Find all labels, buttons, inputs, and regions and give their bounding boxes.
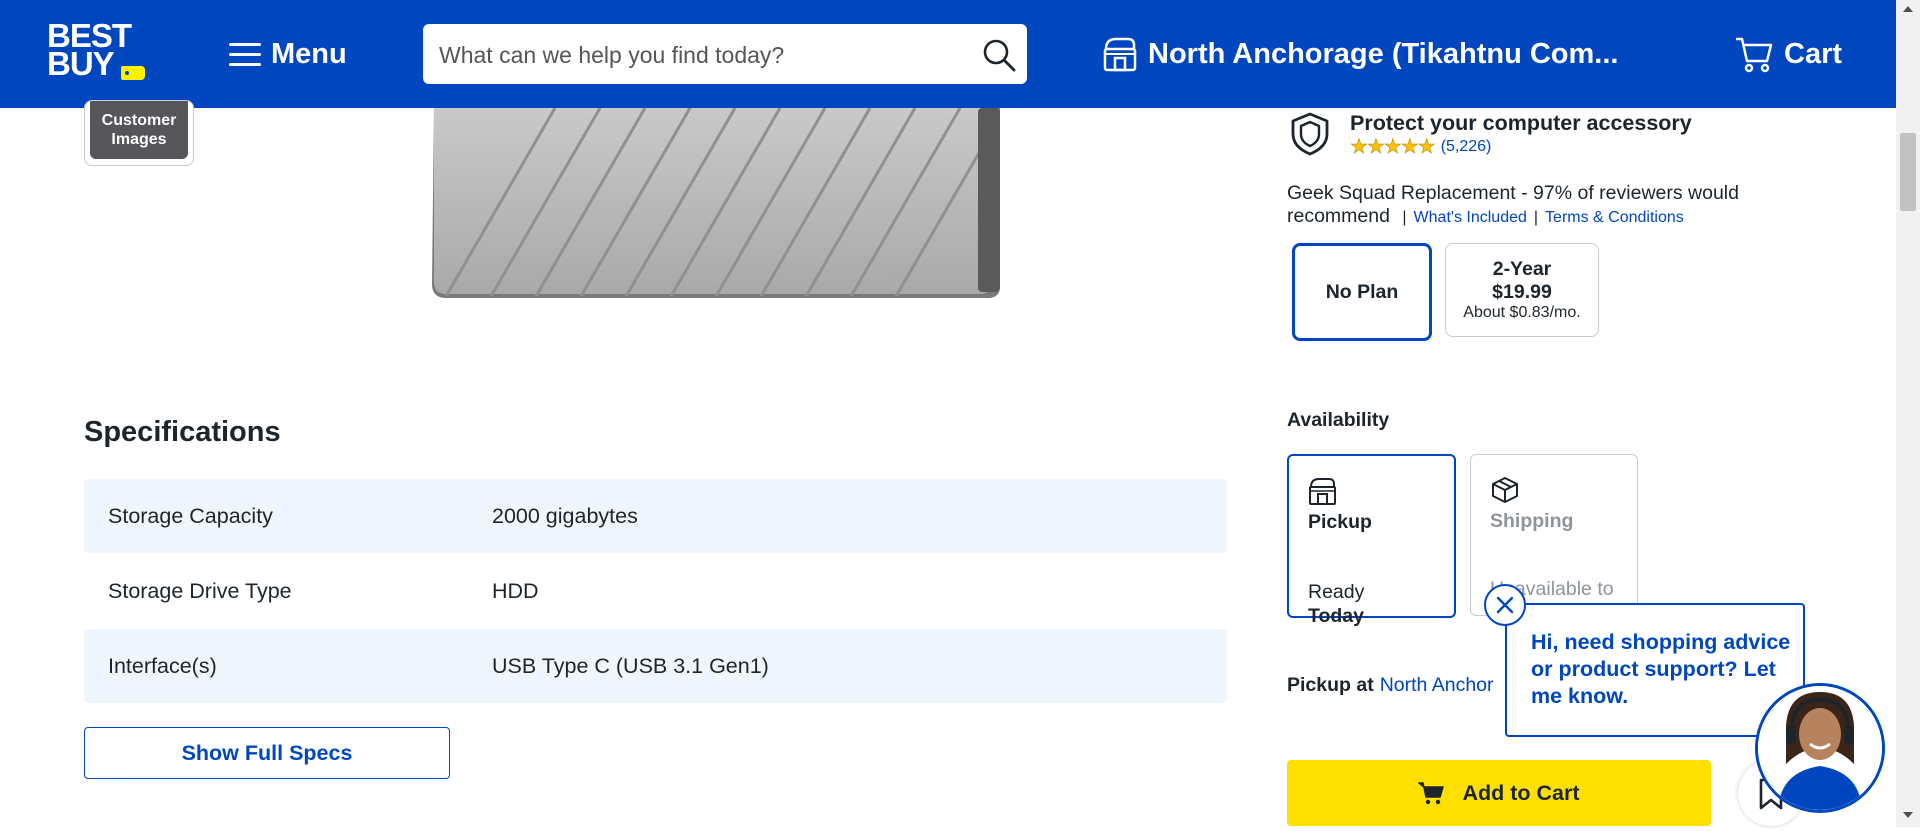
rating-stars: ★ ★ ★ ★ ★ (5,226) <box>1350 136 1492 158</box>
spec-row: Storage Capacity 2000 gigabytes <box>84 479 1227 553</box>
close-icon <box>1496 596 1514 614</box>
chat-message: Hi, need shopping advice or product supp… <box>1531 630 1791 708</box>
add-to-cart-button[interactable]: Add to Cart <box>1287 760 1711 826</box>
box-icon <box>1492 477 1518 503</box>
store-icon <box>1103 37 1137 72</box>
search-input[interactable] <box>437 24 961 86</box>
cart-label: Cart <box>1784 37 1843 70</box>
protection-description: Geek Squad Replacement - 97% of reviewer… <box>1287 182 1739 227</box>
scroll-up-arrow-icon[interactable] <box>1903 6 1913 12</box>
store-icon <box>1309 478 1336 505</box>
no-plan-option[interactable]: No Plan <box>1292 243 1432 341</box>
best-buy-logo[interactable]: BEST BUY <box>47 17 153 86</box>
star-icon: ★ <box>1417 136 1436 158</box>
shipping-title: Shipping <box>1490 510 1574 532</box>
pickup-title: Pickup <box>1308 511 1372 533</box>
spec-key: Interface(s) <box>108 653 217 678</box>
spec-value: USB Type C (USB 3.1 Gen1) <box>492 653 769 678</box>
pickup-store-link[interactable]: North Anchor <box>1380 674 1494 696</box>
star-icon: ★ <box>1366 136 1386 158</box>
spec-row: Storage Drive Type HDD <box>84 554 1227 628</box>
product-image <box>432 108 1000 298</box>
chat-prompt-bubble[interactable]: Hi, need shopping advice or product supp… <box>1505 603 1805 737</box>
whats-included-link[interactable]: What's Included <box>1414 209 1527 226</box>
star-icon: ★ <box>1400 136 1420 158</box>
search-bar <box>423 24 1027 86</box>
spec-value: HDD <box>492 578 539 603</box>
pickup-option[interactable]: Pickup Ready Today <box>1287 454 1456 627</box>
cart-button[interactable]: Cart <box>1734 32 1842 76</box>
spec-row: Interface(s) USB Type C (USB 3.1 Gen1) <box>84 629 1227 703</box>
logo-text: BEST BUY <box>47 17 132 82</box>
menu-button[interactable]: Menu <box>229 36 347 72</box>
plan-title: No Plan <box>1325 281 1399 303</box>
customer-images-tile: Customer Images <box>90 101 188 159</box>
scroll-down-arrow-icon[interactable] <box>1903 812 1913 818</box>
vertical-scrollbar[interactable] <box>1896 0 1920 827</box>
availability-heading: Availability <box>1287 409 1390 431</box>
spec-key: Storage Capacity <box>108 503 273 528</box>
pickup-at-label: Pickup at <box>1287 674 1374 696</box>
plan-title: 2-Year <box>1492 258 1552 280</box>
store-label: North Anchorage (Tikahtnu Com... <box>1148 37 1619 70</box>
menu-label: Menu <box>271 37 347 70</box>
pickup-at: Pickup at North Anchor <box>1287 674 1494 697</box>
hamburger-icon <box>229 41 261 67</box>
show-full-specs-button[interactable]: Show Full Specs <box>84 727 450 779</box>
plan-monthly: About $0.83/mo. <box>1463 304 1581 321</box>
terms-conditions-link[interactable]: Terms & Conditions <box>1545 209 1684 226</box>
pickup-status: Ready Today <box>1308 581 1365 627</box>
chat-agent-avatar[interactable] <box>1755 683 1885 813</box>
shield-icon <box>1291 112 1329 156</box>
spec-key: Storage Drive Type <box>108 578 292 603</box>
cart-icon <box>1736 37 1773 73</box>
protection-title: Protect your computer accessory <box>1350 111 1692 135</box>
site-header: BEST BUY Menu North Anchorage (Tikahtnu … <box>0 0 1896 108</box>
agent-avatar-image <box>1758 686 1882 810</box>
chat-close-button[interactable] <box>1484 584 1526 626</box>
star-icon: ★ <box>1350 136 1369 158</box>
cart-icon <box>1418 782 1445 805</box>
search-icon <box>983 39 1016 72</box>
store-selector[interactable]: North Anchorage (Tikahtnu Com... <box>1102 32 1618 76</box>
search-button[interactable] <box>981 37 1017 73</box>
two-year-plan-option[interactable]: 2-Year $19.99 About $0.83/mo. <box>1445 243 1599 337</box>
review-count-link[interactable]: (5,226) <box>1441 138 1492 156</box>
logo-tag-icon <box>121 66 145 80</box>
star-icon: ★ <box>1383 136 1403 158</box>
scrollbar-thumb[interactable] <box>1900 133 1916 211</box>
customer-images-label: Customer Images <box>101 112 177 148</box>
specifications-heading: Specifications <box>84 416 281 448</box>
customer-images-thumbnail[interactable]: Customer Images <box>84 100 194 166</box>
add-to-cart-label: Add to Cart <box>1462 780 1580 805</box>
plan-price: $19.99 <box>1492 281 1552 303</box>
spec-value: 2000 gigabytes <box>492 503 638 528</box>
